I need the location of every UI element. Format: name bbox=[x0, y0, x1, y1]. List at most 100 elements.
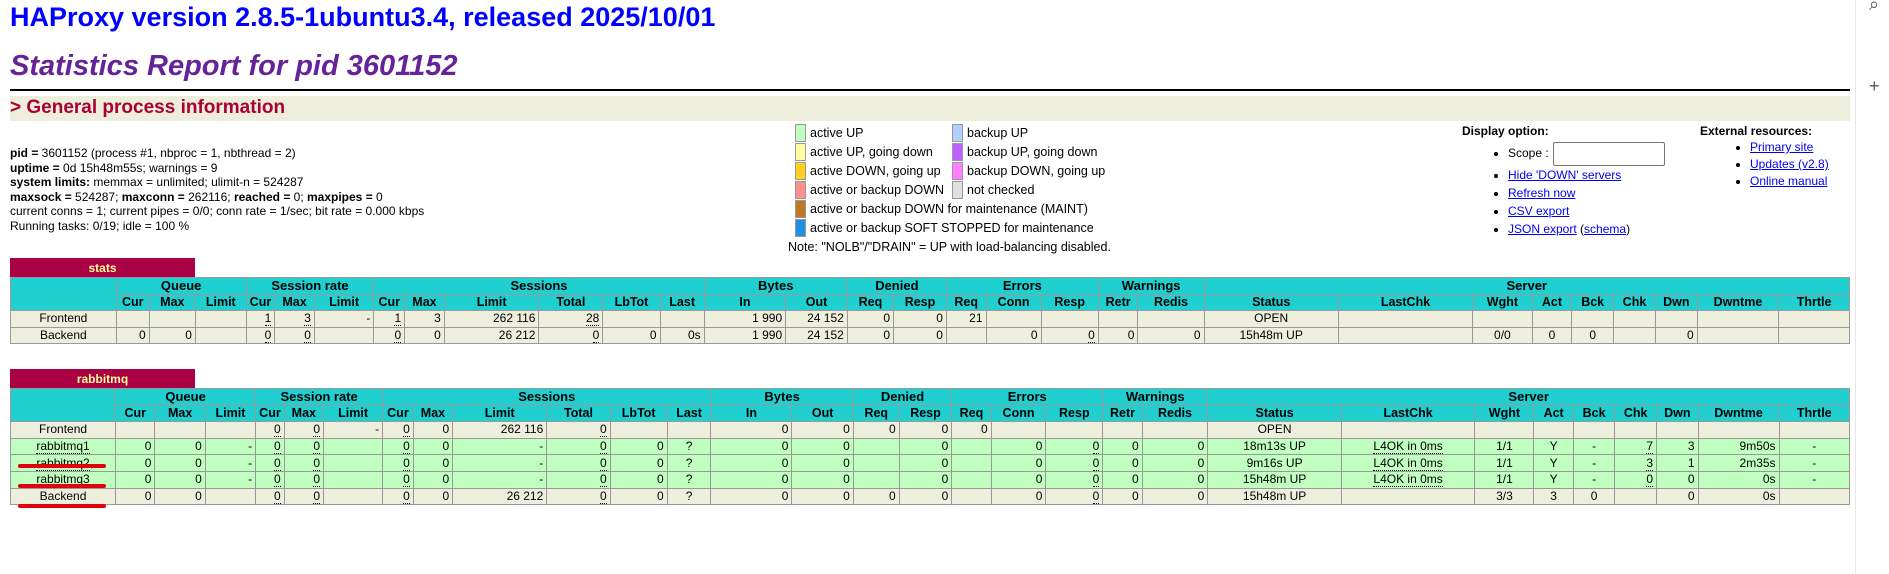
cell-cur: 0 bbox=[115, 470, 156, 489]
cell-dwntme bbox=[1696, 310, 1780, 328]
cell-dwntme: 0s bbox=[1697, 487, 1780, 506]
cell-limit: - bbox=[452, 454, 548, 472]
cell-wght bbox=[1474, 421, 1535, 439]
cell-max: 0 bbox=[412, 454, 454, 472]
cell-value: 1 990 bbox=[752, 328, 783, 343]
cell-limit: - bbox=[452, 437, 548, 456]
column-header: Bck bbox=[1571, 293, 1615, 312]
hide-down-servers-link[interactable]: Hide 'DOWN' servers bbox=[1508, 168, 1621, 182]
cell-value: 0 bbox=[843, 455, 850, 470]
cell-lastchk bbox=[1337, 326, 1474, 345]
cell-dwn: 0 bbox=[1656, 487, 1699, 506]
cell-limit bbox=[204, 487, 257, 506]
cell-in: 1 990 bbox=[703, 326, 787, 345]
cell-retr: 0 bbox=[1102, 470, 1143, 489]
column-header: Chk bbox=[1613, 293, 1656, 312]
column-header: Resp bbox=[898, 404, 953, 423]
legend-label: backup DOWN, going up bbox=[967, 164, 1106, 178]
cell-cur: 0 bbox=[115, 454, 156, 472]
cell-resp: 0 bbox=[1045, 470, 1104, 489]
cell-value: 0s bbox=[1762, 472, 1776, 487]
cell-value: OPEN bbox=[1257, 422, 1292, 437]
cell-redis: 0 bbox=[1141, 454, 1209, 472]
cell-req bbox=[951, 470, 992, 489]
column-header: Dwntme bbox=[1697, 404, 1780, 423]
cell-last: 0s bbox=[659, 326, 705, 345]
row-name-label[interactable]: rabbitmq1 bbox=[36, 439, 90, 454]
plus-icon[interactable]: + bbox=[1869, 76, 1880, 97]
general-section-header: > General process information bbox=[10, 96, 1850, 121]
column-header: Dwn bbox=[1656, 404, 1699, 423]
column-header: Last bbox=[659, 293, 705, 312]
cell-value: 3 bbox=[1646, 455, 1653, 471]
process-info-line: uptime = 0d 15h48m55s; warnings = 9 bbox=[10, 161, 424, 176]
cell-value: 0 bbox=[273, 439, 281, 454]
cell-req bbox=[852, 437, 900, 456]
cell-retr bbox=[1102, 421, 1143, 439]
cell-chk bbox=[1613, 310, 1656, 328]
red-underline-mark bbox=[18, 504, 106, 508]
cell-resp: 0 bbox=[1045, 487, 1104, 506]
cell-value: 0 bbox=[139, 328, 146, 343]
cell-value: 1/1 bbox=[1496, 455, 1513, 470]
cell-value: 0 bbox=[941, 422, 949, 437]
column-header: Max bbox=[404, 293, 445, 312]
column-header: Thrtle bbox=[1778, 293, 1850, 312]
cell-value: 0 bbox=[1035, 488, 1043, 503]
backend-row: Backend 0 0 0 0 0 0 26 212 0 0? 0 0 0 0 0 0 0 0 15h48m UP 3… bbox=[9, 487, 1851, 506]
cell-value: 0 bbox=[600, 439, 607, 454]
column-group-header: Denied bbox=[852, 388, 953, 406]
cell-cur: 0 bbox=[382, 454, 414, 472]
cell-resp: 0 bbox=[898, 437, 953, 456]
json-export-link[interactable]: JSON export bbox=[1508, 222, 1577, 236]
cell-status: 15h48m UP bbox=[1207, 470, 1342, 489]
row-name[interactable]: rabbitmq1 bbox=[9, 437, 117, 456]
cell-max bbox=[148, 310, 196, 328]
search-icon[interactable]: ⌕ bbox=[1869, 0, 1879, 15]
cell-limit bbox=[313, 326, 375, 345]
cell-cur: 0 bbox=[115, 487, 156, 506]
proxy-name-tab-rabbitmq[interactable]: rabbitmq bbox=[10, 369, 195, 388]
cell-value: 18m13s UP bbox=[1243, 439, 1306, 454]
cell-value: 0 bbox=[1687, 488, 1695, 503]
cell-lastchk bbox=[1337, 310, 1474, 328]
csv-export-link[interactable]: CSV export bbox=[1508, 204, 1569, 218]
updates-link[interactable]: Updates (v2.8) bbox=[1750, 157, 1829, 171]
cell-dwn: 0 bbox=[1654, 326, 1698, 345]
cell-conn: 0 bbox=[990, 454, 1047, 472]
cell-value: - bbox=[1592, 439, 1597, 454]
cell-value: 0 bbox=[1127, 328, 1135, 343]
cell-value: 0 bbox=[941, 439, 949, 454]
primary-site-link[interactable]: Primary site bbox=[1750, 140, 1813, 154]
cell-lbtot: 0 bbox=[609, 470, 668, 489]
refresh-now-link[interactable]: Refresh now bbox=[1508, 186, 1575, 200]
cell-thrtle bbox=[1778, 421, 1851, 439]
display-options-title: Display option: bbox=[1462, 124, 1549, 138]
cell-wght: 1/1 bbox=[1474, 470, 1535, 489]
cell-value: 0 bbox=[144, 455, 152, 470]
proxy-name-tab-stats[interactable]: stats bbox=[10, 258, 195, 277]
cell-max: 0 bbox=[283, 437, 325, 456]
info-value: 0d 15h48m55s; warnings = 9 bbox=[63, 160, 218, 175]
cell-value: - bbox=[366, 311, 371, 326]
cell-value: 26 212 bbox=[506, 488, 544, 503]
legend-swatch bbox=[952, 162, 963, 180]
online-manual-link[interactable]: Online manual bbox=[1750, 174, 1827, 188]
cell-chk: 7 bbox=[1614, 437, 1657, 456]
schema-link[interactable]: schema bbox=[1584, 222, 1626, 236]
scope-input[interactable] bbox=[1552, 142, 1665, 166]
cell-value: 0 bbox=[1131, 455, 1139, 470]
column-header: LbTot bbox=[609, 404, 668, 423]
cell-value: 262 116 bbox=[492, 311, 536, 326]
cell-value: 0 bbox=[781, 488, 789, 503]
cell-value: 0 bbox=[195, 488, 202, 503]
column-header: Last bbox=[666, 404, 712, 423]
cell-in: 0 bbox=[710, 454, 793, 472]
cell-conn: 0 bbox=[985, 326, 1042, 345]
cell-value: 0 bbox=[1088, 328, 1095, 343]
cell-max: 0 bbox=[154, 487, 206, 506]
column-header: Status bbox=[1203, 293, 1339, 312]
info-value: current conns = 1; current pipes = 0/0; … bbox=[10, 204, 425, 218]
cell-value: 0 bbox=[843, 439, 850, 454]
cell-max: 0 bbox=[412, 470, 454, 489]
